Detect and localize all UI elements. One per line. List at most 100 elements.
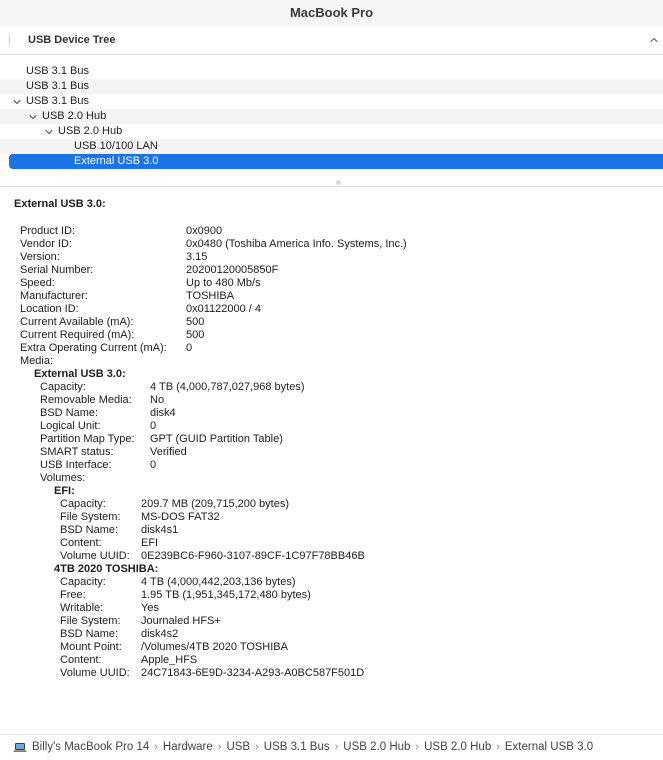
- volume-row: File System: Journaled HFS+: [14, 615, 654, 628]
- breadcrumb-separator: ›: [415, 741, 420, 753]
- breadcrumb-separator: ›: [217, 741, 222, 753]
- tree-column-title: USB Device Tree: [28, 34, 116, 46]
- property-row-vendor-id: Vendor ID: 0x0480 (Toshiba America Info.…: [14, 238, 654, 251]
- media-row-volumes: Volumes:: [14, 472, 654, 485]
- property-row-manufacturer: Manufacturer: TOSHIBA: [14, 290, 654, 303]
- tree-column-header[interactable]: USB Device Tree: [0, 26, 663, 55]
- property-key: Current Available (mA):: [20, 316, 134, 328]
- disclosure-chevron-down-icon[interactable]: [13, 98, 21, 106]
- breadcrumb-item[interactable]: USB 2.0 Hub: [343, 741, 410, 753]
- property-key: BSD Name:: [60, 628, 119, 640]
- volume-row: Mount Point: /Volumes/4TB 2020 TOSHIBA: [14, 641, 654, 654]
- property-key: Volume UUID:: [60, 550, 130, 562]
- property-key: SMART status:: [40, 446, 114, 458]
- breadcrumb-item[interactable]: USB 2.0 Hub: [424, 741, 491, 753]
- property-value: /Volumes/4TB 2020 TOSHIBA: [141, 641, 288, 653]
- breadcrumb-separator: ›: [255, 741, 259, 753]
- property-value: Apple_HFS: [141, 654, 198, 666]
- tree-row-usb20-hub-1[interactable]: USB 2.0 Hub: [0, 109, 663, 124]
- split-view-drag-handle[interactable]: [336, 180, 341, 185]
- media-row-logical-unit: Logical Unit: 0: [14, 420, 654, 433]
- property-value: 4 TB (4,000,442,203,136 bytes): [141, 576, 296, 588]
- breadcrumb-item[interactable]: External USB 3.0: [505, 741, 593, 753]
- breadcrumb: Billy's MacBook Pro 14 › Hardware › USB …: [13, 741, 593, 753]
- property-key: Logical Unit:: [40, 420, 101, 432]
- tree-row-label: USB 2.0 Hub: [58, 125, 123, 137]
- volume-row: BSD Name: disk4s2: [14, 628, 654, 641]
- property-value: 500: [186, 316, 205, 328]
- media-row-usb-interface: USB Interface: 0: [14, 459, 654, 472]
- property-value: disk4: [150, 407, 176, 419]
- property-value: disk4s2: [141, 628, 179, 640]
- volume-heading: EFI:: [54, 485, 75, 497]
- property-key: Capacity:: [60, 576, 106, 588]
- property-key: Content:: [60, 654, 102, 666]
- volume-row: Capacity: 209.7 MB (209,715,200 bytes): [14, 498, 654, 511]
- property-key: Current Required (mA):: [20, 329, 135, 341]
- tree-row-usb31-bus-3[interactable]: USB 3.1 Bus: [0, 94, 663, 109]
- property-value: 500: [186, 329, 205, 341]
- property-key: Location ID:: [20, 303, 79, 315]
- tree-row-label: External USB 3.0: [74, 155, 159, 167]
- media-row-partition-map: Partition Map Type: GPT (GUID Partition …: [14, 433, 654, 446]
- breadcrumb-item[interactable]: Hardware: [163, 741, 213, 753]
- property-key: Speed:: [20, 277, 55, 289]
- chevron-up-icon[interactable]: [649, 34, 659, 46]
- tree-row-usb-lan[interactable]: USB 10/100 LAN: [0, 139, 663, 154]
- property-key: BSD Name:: [40, 407, 99, 419]
- tree-row-usb20-hub-2[interactable]: USB 2.0 Hub: [0, 124, 663, 139]
- split-divider[interactable]: [0, 186, 663, 187]
- property-value: TOSHIBA: [186, 290, 235, 302]
- property-value: 3.15: [186, 251, 208, 263]
- property-row-version: Version: 3.15: [14, 251, 654, 264]
- tree-row-external-usb30-selected[interactable]: External USB 3.0: [9, 154, 663, 169]
- property-key: File System:: [60, 511, 121, 523]
- breadcrumb-item[interactable]: USB: [226, 741, 250, 753]
- property-value: EFI: [141, 537, 159, 549]
- media-heading: External USB 3.0:: [34, 368, 126, 380]
- property-value: No: [150, 394, 165, 406]
- property-key: Free:: [60, 589, 86, 601]
- property-key: Volume UUID:: [60, 667, 130, 679]
- breadcrumb-item[interactable]: Billy's MacBook Pro 14: [32, 741, 149, 753]
- property-row-current-available: Current Available (mA): 500: [14, 316, 654, 329]
- property-value: 0: [186, 342, 193, 354]
- media-row-removable: Removable Media: No: [14, 394, 654, 407]
- property-value: disk4s1: [141, 524, 179, 536]
- property-key: Vendor ID:: [20, 238, 72, 250]
- property-value: 1.95 TB (1,951,345,172,480 bytes): [141, 589, 311, 601]
- window-title: MacBook Pro: [0, 0, 663, 26]
- media-row-capacity: Capacity: 4 TB (4,000,787,027,968 bytes): [14, 381, 654, 394]
- breadcrumb-separator: ›: [496, 741, 500, 753]
- tree-row-usb31-bus-2[interactable]: USB 3.1 Bus: [0, 79, 663, 94]
- property-value: 0E239BC6-F960-3107-89CF-1C97F78BB46B: [141, 550, 365, 562]
- tree-row-label: USB 3.1 Bus: [26, 95, 89, 107]
- tree-row-usb31-bus-1[interactable]: USB 3.1 Bus: [0, 64, 663, 79]
- property-key: Serial Number:: [20, 264, 94, 276]
- detail-title: External USB 3.0:: [14, 198, 106, 210]
- property-row-serial-number: Serial Number: 20200120005850F: [14, 264, 654, 277]
- property-key: Removable Media:: [40, 394, 132, 406]
- property-value: 0x01122000 / 4: [186, 303, 262, 315]
- path-bar: Billy's MacBook Pro 14 › Hardware › USB …: [0, 734, 663, 760]
- property-key: Partition Map Type:: [40, 433, 135, 445]
- tree-row-label: USB 10/100 LAN: [74, 140, 158, 152]
- property-key: Capacity:: [60, 498, 106, 510]
- tree-row-label: USB 2.0 Hub: [42, 110, 107, 122]
- property-row-speed: Speed: Up to 480 Mb/s: [14, 277, 654, 290]
- disclosure-chevron-down-icon[interactable]: [29, 113, 37, 121]
- property-key: Volumes:: [40, 472, 86, 484]
- property-value: MS-DOS FAT32: [141, 511, 220, 523]
- property-key: Mount Point:: [60, 641, 122, 653]
- detail-pane: External USB 3.0: Product ID: 0x0900 Ven…: [14, 198, 654, 679]
- media-row-smart-status: SMART status: Verified: [14, 446, 654, 459]
- volume-heading-row-efi: EFI:: [14, 485, 654, 498]
- breadcrumb-item[interactable]: USB 3.1 Bus: [264, 741, 330, 753]
- property-row-location-id: Location ID: 0x01122000 / 4: [14, 303, 654, 316]
- volume-row: Writable: Yes: [14, 602, 654, 615]
- property-value: 0: [150, 420, 157, 432]
- property-value: 0x0900: [186, 225, 223, 237]
- property-key: Capacity:: [40, 381, 86, 393]
- property-value: Up to 480 Mb/s: [186, 277, 261, 289]
- disclosure-chevron-down-icon[interactable]: [45, 128, 53, 136]
